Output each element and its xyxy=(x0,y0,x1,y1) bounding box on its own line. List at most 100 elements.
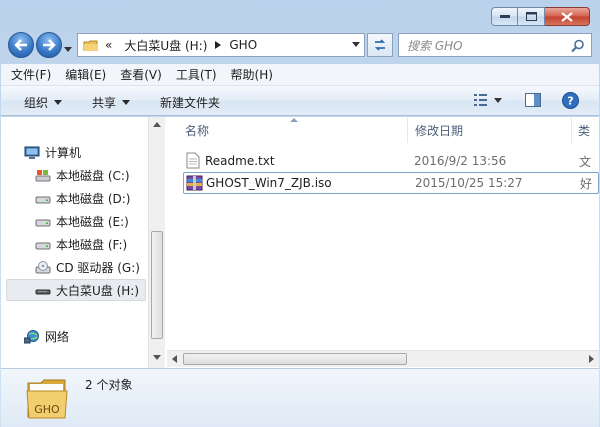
tree-label-drive-e: 本地磁盘 (E:) xyxy=(56,215,129,229)
tree-item-drive-f[interactable]: 本地磁盘 (F:) xyxy=(35,236,127,253)
column-divider[interactable] xyxy=(571,117,572,143)
view-options-dropdown[interactable] xyxy=(494,98,502,103)
file-row-selected[interactable]: GHOST_Win7_ZJB.iso 2015/10/25 15:27 好 xyxy=(183,172,599,194)
tree-label-drive-d: 本地磁盘 (D:) xyxy=(56,192,131,206)
svg-text:?: ? xyxy=(567,95,573,108)
menu-bar: 文件(F) 编辑(E) 查看(V) 工具(T) 帮助(H) xyxy=(1,64,599,86)
recent-pages-dropdown[interactable] xyxy=(64,41,72,55)
chevron-down-icon xyxy=(54,100,63,105)
usb-drive-icon xyxy=(35,289,51,294)
cd-drive-icon xyxy=(35,260,51,273)
tree-item-drive-d[interactable]: 本地磁盘 (D:) xyxy=(35,190,130,207)
column-divider[interactable] xyxy=(407,117,408,143)
help-icon: ? xyxy=(562,92,579,109)
share-button[interactable]: 共享 xyxy=(92,94,131,111)
organize-label: 组织 xyxy=(24,96,49,110)
hard-drive-icon xyxy=(35,242,51,249)
file-list-horizontal-scrollbar[interactable] xyxy=(167,350,599,367)
scroll-left-icon[interactable] xyxy=(172,355,177,363)
scrollbar-thumb[interactable] xyxy=(183,353,407,365)
menu-tools[interactable]: 工具(T) xyxy=(176,66,217,83)
tree-item-computer[interactable]: 计算机 xyxy=(24,144,81,161)
item-count: 2 个对象 xyxy=(85,378,133,392)
tree-label-network: 网络 xyxy=(45,330,70,344)
scroll-up-icon[interactable] xyxy=(153,122,161,127)
search-input[interactable]: 搜索 GHO xyxy=(398,33,592,57)
tree-item-drive-h[interactable]: 大白菜U盘 (H:) xyxy=(35,282,139,299)
file-list-pane: 名称 修改日期 类 Readme.txt 2016/9/2 13:56 文 GH… xyxy=(167,117,599,350)
view-list-icon xyxy=(474,94,487,106)
command-bar: 组织 共享 新建文件夹 ? xyxy=(1,86,599,116)
column-name-label: 名称 xyxy=(185,123,210,138)
hard-drive-icon xyxy=(35,219,51,226)
scroll-down-icon[interactable] xyxy=(153,355,161,360)
new-folder-button[interactable]: 新建文件夹 xyxy=(160,94,220,111)
forward-button[interactable] xyxy=(36,32,62,58)
help-button[interactable]: ? xyxy=(562,92,579,109)
back-button[interactable] xyxy=(8,32,34,58)
chevron-down-icon xyxy=(122,100,131,105)
file-name: GHOST_Win7_ZJB.iso xyxy=(206,176,332,190)
explorer-window: « 大白菜U盘 (H:) GHO 搜索 GHO 文件(F) 编辑(E) 查看(V… xyxy=(0,0,600,427)
file-type: 好 xyxy=(580,176,593,191)
content-area: 计算机 本地磁盘 (C:) 本地磁盘 (D:) 本地磁盘 (E:) 本地磁盘 (… xyxy=(1,117,599,368)
new-folder-label: 新建文件夹 xyxy=(160,96,221,110)
menu-view[interactable]: 查看(V) xyxy=(120,66,162,83)
tree-item-drive-c[interactable]: 本地磁盘 (C:) xyxy=(35,167,130,184)
maximize-icon xyxy=(525,12,537,21)
search-icon xyxy=(571,39,584,53)
menu-edit[interactable]: 编辑(E) xyxy=(65,66,106,83)
close-icon xyxy=(561,11,573,22)
organize-button[interactable]: 组织 xyxy=(24,94,63,111)
preview-pane-button[interactable] xyxy=(525,93,541,107)
column-header-type[interactable]: 类 xyxy=(578,117,590,143)
chevron-down-icon xyxy=(64,47,72,52)
breadcrumb-separator-icon[interactable] xyxy=(215,41,222,49)
column-type-label: 类 xyxy=(578,123,591,138)
address-overflow-chevron[interactable]: « xyxy=(105,38,112,52)
breadcrumb-drive[interactable]: 大白菜U盘 (H:) xyxy=(124,37,207,54)
scrollbar-thumb[interactable] xyxy=(151,231,163,339)
preview-pane-icon xyxy=(525,93,541,107)
file-date: 2015/10/25 15:27 xyxy=(415,176,523,190)
forward-arrow-icon xyxy=(43,39,56,51)
refresh-icon xyxy=(374,39,386,51)
file-type: 文 xyxy=(579,154,592,169)
tree-label-computer: 计算机 xyxy=(45,146,82,160)
tree-label-drive-h: 大白菜U盘 (H:) xyxy=(56,284,140,298)
tree-item-drive-e[interactable]: 本地磁盘 (E:) xyxy=(35,213,129,230)
network-icon xyxy=(24,329,39,343)
change-view-button[interactable] xyxy=(473,93,489,107)
details-pane: GHO 2 个对象 xyxy=(1,368,599,427)
maximize-button[interactable] xyxy=(518,7,545,26)
column-header-name[interactable]: 名称 xyxy=(185,117,209,143)
tree-item-network[interactable]: 网络 xyxy=(24,328,69,345)
tree-item-drive-g[interactable]: CD 驱动器 (G:) xyxy=(35,259,140,276)
address-bar[interactable]: « 大白菜U盘 (H:) GHO xyxy=(77,33,365,57)
navigation-pane-scrollbar[interactable] xyxy=(148,117,165,368)
scroll-right-icon[interactable] xyxy=(589,355,594,363)
share-label: 共享 xyxy=(92,96,117,110)
archive-file-icon xyxy=(186,175,203,191)
minimize-button[interactable] xyxy=(491,7,518,26)
breadcrumb-folder[interactable]: GHO xyxy=(229,38,257,52)
caption-buttons xyxy=(491,7,590,26)
column-header-date[interactable]: 修改日期 xyxy=(415,117,463,143)
tree-label-drive-c: 本地磁盘 (C:) xyxy=(56,169,130,183)
address-dropdown-icon[interactable] xyxy=(352,42,360,47)
system-drive-icon xyxy=(35,169,51,181)
navigation-pane: 计算机 本地磁盘 (C:) 本地磁盘 (D:) 本地磁盘 (E:) 本地磁盘 (… xyxy=(1,117,148,368)
tree-label-drive-f: 本地磁盘 (F:) xyxy=(56,238,128,252)
back-arrow-icon xyxy=(14,39,27,51)
hard-drive-icon xyxy=(35,196,51,203)
minimize-icon xyxy=(499,14,510,18)
sort-ascending-icon xyxy=(290,118,298,122)
navigation-row: « 大白菜U盘 (H:) GHO 搜索 GHO xyxy=(0,31,600,59)
menu-help[interactable]: 帮助(H) xyxy=(231,66,273,83)
menu-file[interactable]: 文件(F) xyxy=(11,66,51,83)
file-name: Readme.txt xyxy=(205,154,275,168)
refresh-button[interactable] xyxy=(367,33,393,57)
computer-icon xyxy=(24,146,40,159)
file-row[interactable]: Readme.txt 2016/9/2 13:56 文 xyxy=(183,150,599,172)
close-button[interactable] xyxy=(545,7,590,26)
